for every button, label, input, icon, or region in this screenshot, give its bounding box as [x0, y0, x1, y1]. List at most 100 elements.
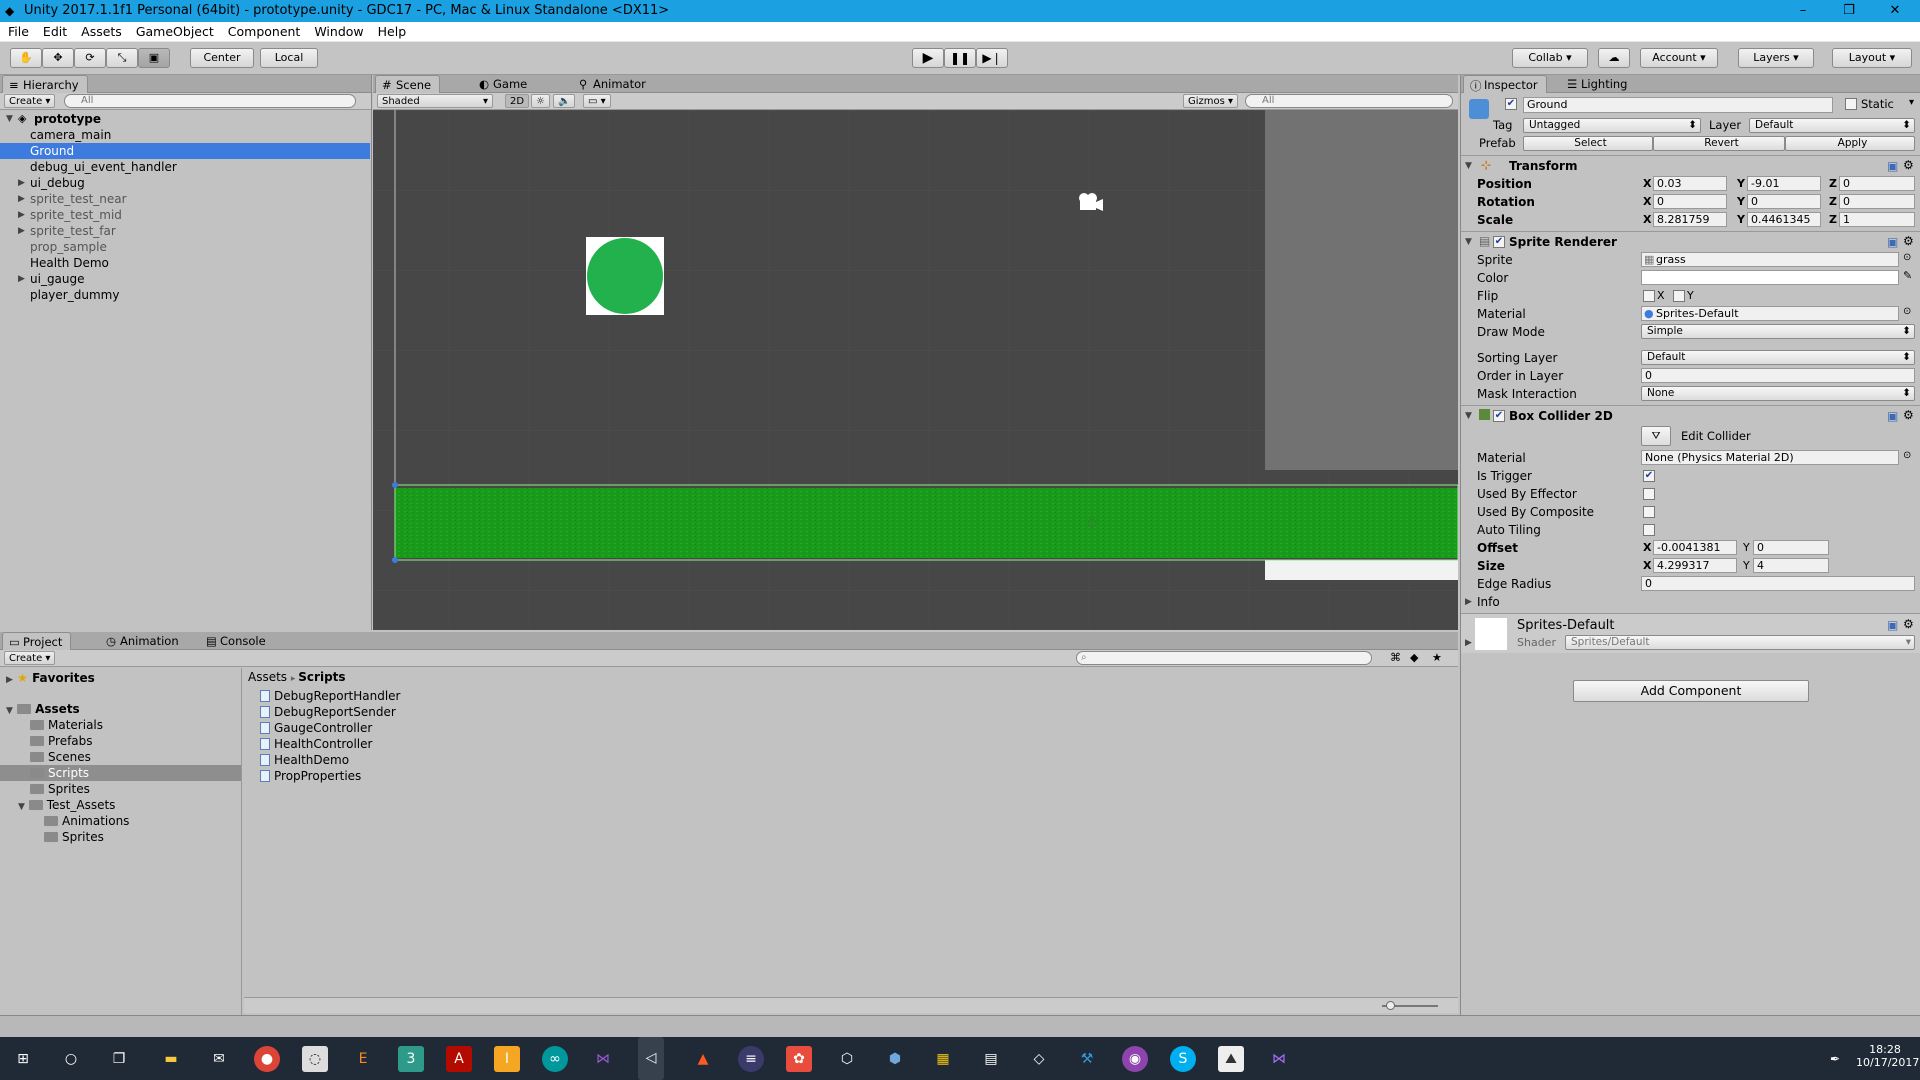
chrome-icon[interactable]: ● [254, 1046, 280, 1072]
help-icon[interactable]: ▣ [1887, 159, 1898, 173]
expand-arrow-icon[interactable]: ▼ [18, 802, 25, 812]
object-picker-icon[interactable]: ⊙ [1903, 306, 1911, 317]
pause-button[interactable]: ❚❚ [944, 48, 976, 68]
tab-hierarchy[interactable]: ≡ Hierarchy [2, 75, 88, 93]
shader-dropdown[interactable]: Sprites/Default ▾ [1565, 635, 1915, 650]
assets-folder[interactable]: ▼ Assets [6, 701, 80, 717]
app-e-icon[interactable]: E [350, 1046, 376, 1072]
scale-z-field[interactable]: 1 [1839, 212, 1915, 227]
layers-dropdown[interactable]: Layers ▾ [1738, 48, 1814, 68]
foldout-arrow-icon[interactable]: ▼ [1465, 411, 1472, 421]
menu-gameobject[interactable]: GameObject [128, 22, 220, 39]
gizmos-dropdown[interactable]: Gizmos ▾ [1183, 94, 1239, 108]
audio-toggle-icon[interactable]: 🔈 [553, 94, 576, 108]
scene-viewport[interactable] [373, 110, 1458, 630]
offset-x-field[interactable]: -0.0041381 [1653, 540, 1737, 555]
rotation-y-field[interactable]: 0 [1747, 194, 1821, 209]
layout-dropdown[interactable]: Layout ▾ [1832, 48, 1912, 68]
material-field[interactable]: ● Sprites-Default [1641, 306, 1899, 321]
expand-arrow-icon[interactable]: ▼ [6, 706, 13, 716]
mask-interaction-dropdown[interactable]: None ⬍ [1641, 386, 1915, 401]
tab-animator[interactable]: ⚲ Animator [573, 75, 654, 93]
eclipse-icon[interactable]: ≡ [738, 1046, 764, 1072]
menu-help[interactable]: Help [370, 22, 413, 39]
breadcrumb-scripts[interactable]: Scripts [298, 670, 345, 684]
file-item[interactable]: DebugReportHandler [260, 688, 401, 704]
app-python-icon[interactable]: ⚒ [1074, 1046, 1100, 1072]
scene-search-input[interactable]: All [1245, 94, 1453, 108]
favorite-star-icon[interactable]: ★ [1432, 651, 1442, 664]
prefab-revert-button[interactable]: Revert [1653, 136, 1785, 151]
app-box-icon[interactable]: ⬡ [834, 1046, 860, 1072]
transform-header[interactable]: ▼ ⊹ Transform ▣ ⚙ [1461, 155, 1920, 175]
hierarchy-search-input[interactable]: All [64, 94, 356, 108]
scale-y-field[interactable]: 0.4461345 [1747, 212, 1821, 227]
rect-tool-icon[interactable]: ▣ [138, 48, 170, 68]
flip-y-checkbox[interactable] [1673, 290, 1685, 302]
component-settings-icon[interactable]: ⚙ [1903, 408, 1914, 422]
project-create-button[interactable]: Create ▾ [4, 651, 56, 665]
scene-root[interactable]: ▼ ◈ prototype [0, 111, 370, 127]
lighting-toggle-icon[interactable]: ☼ [531, 94, 550, 108]
close-button[interactable]: ✕ [1872, 0, 1918, 22]
hierarchy-create-button[interactable]: Create ▾ [4, 94, 56, 108]
component-settings-icon[interactable]: ⚙ [1903, 158, 1914, 172]
ground-sprite[interactable] [395, 488, 1458, 558]
position-x-field[interactable]: 0.03 [1653, 176, 1727, 191]
foldout-arrow-icon[interactable]: ▼ [1465, 237, 1472, 247]
hierarchy-item-sprite-test-mid[interactable]: ▶ sprite_test_mid [0, 207, 370, 223]
object-picker-icon[interactable]: ⊙ [1903, 450, 1911, 461]
tab-lighting[interactable]: ☰ Lighting [1561, 75, 1635, 93]
folder-prefabs[interactable]: Prefabs [30, 733, 93, 749]
tab-animation[interactable]: ◷ Animation [100, 632, 187, 650]
box-collider-header[interactable]: ▼ ✔ Box Collider 2D ▣ ⚙ [1461, 405, 1920, 425]
static-dropdown-icon[interactable]: ▾ [1909, 97, 1914, 108]
object-name-field[interactable]: Ground [1523, 97, 1833, 113]
folder-test-sprites[interactable]: Sprites [44, 829, 104, 845]
filter-label-icon[interactable]: ◆ [1410, 651, 1418, 664]
move-tool-icon[interactable]: ✥ [42, 48, 74, 68]
hierarchy-item-ui-gauge[interactable]: ▶ ui_gauge [0, 271, 370, 287]
unity-taskbar-icon[interactable]: ◁ [638, 1037, 664, 1080]
prefab-select-button[interactable]: Select [1523, 136, 1653, 151]
menu-file[interactable]: File [0, 22, 35, 39]
visual-studio-2-icon[interactable]: ⋈ [1266, 1046, 1292, 1072]
photos-icon[interactable]: ⛰ [1218, 1046, 1244, 1072]
app-cube-icon[interactable]: ⬢ [882, 1046, 908, 1072]
collapse-arrow-icon[interactable]: ▶ [18, 207, 25, 223]
pivot-local-button[interactable]: Local [260, 48, 318, 68]
tag-dropdown[interactable]: Untagged ⬍ [1523, 118, 1701, 133]
file-item[interactable]: HealthDemo [260, 752, 349, 768]
maximize-button[interactable]: ❐ [1826, 0, 1872, 22]
info-label[interactable]: Info [1477, 595, 1500, 609]
edit-collider-button[interactable]: ⛛ [1641, 426, 1671, 446]
add-component-button[interactable]: Add Component [1573, 680, 1809, 702]
filter-type-icon[interactable]: ⌘ [1390, 651, 1401, 664]
hierarchy-item-sprite-test-near[interactable]: ▶ sprite_test_near [0, 191, 370, 207]
task-view-icon[interactable]: ❐ [106, 1046, 132, 1072]
project-search-input[interactable]: ⌕ [1076, 651, 1372, 665]
help-icon[interactable]: ▣ [1887, 409, 1898, 423]
rotation-z-field[interactable]: 0 [1839, 194, 1915, 209]
visual-studio-icon[interactable]: ⋈ [590, 1046, 616, 1072]
hierarchy-item-prop-sample[interactable]: prop_sample [0, 239, 370, 255]
scene-canvas[interactable] [373, 110, 1458, 630]
sprite-renderer-header[interactable]: ▼ ▤ ✔ Sprite Renderer ▣ ⚙ [1461, 231, 1920, 251]
windows-start-icon[interactable]: ⊞ [10, 1046, 36, 1072]
folder-animations[interactable]: Animations [44, 813, 129, 829]
folder-scripts[interactable]: Scripts [0, 765, 241, 781]
rotation-x-field[interactable]: 0 [1653, 194, 1727, 209]
folder-test-assets[interactable]: ▼ Test_Assets [18, 797, 115, 813]
foldout-arrow-icon[interactable]: ▼ [1465, 161, 1472, 171]
info-foldout-arrow-icon[interactable]: ▶ [1465, 597, 1472, 607]
file-item[interactable]: DebugReportSender [260, 704, 396, 720]
effects-toggle-icon[interactable]: ▭ ▾ [583, 94, 611, 108]
eyedropper-icon[interactable]: ✎ [1903, 269, 1912, 282]
tab-scene[interactable]: # Scene [375, 75, 441, 93]
object-picker-icon[interactable]: ⊙ [1903, 252, 1911, 263]
pivot-center-button[interactable]: Center [190, 48, 254, 68]
cortana-icon[interactable]: ○ [58, 1046, 84, 1072]
mail-icon[interactable]: ✉ [206, 1046, 232, 1072]
help-icon[interactable]: ▣ [1887, 235, 1898, 249]
minimize-button[interactable]: – [1780, 0, 1826, 22]
